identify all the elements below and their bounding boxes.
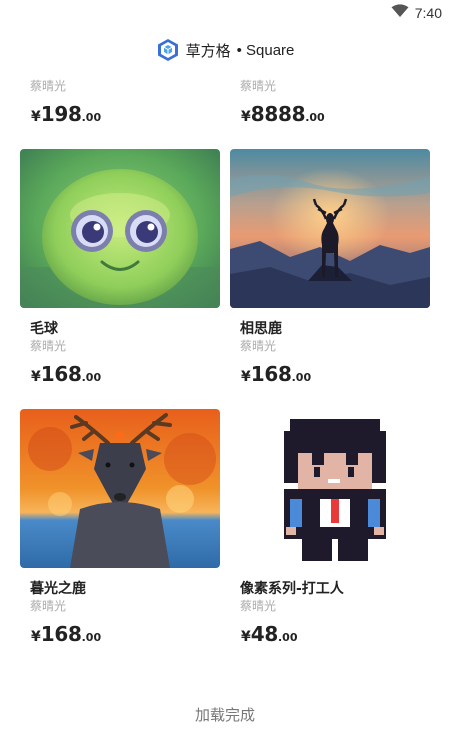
card-author: 蔡晴光 [30, 339, 67, 353]
product-card[interactable]: 毛球 蔡晴光 ¥168.00 [20, 149, 220, 385]
price-integer: 48 [250, 622, 279, 646]
currency-symbol: ¥ [241, 629, 251, 645]
card-author: 蔡晴光 [30, 79, 67, 93]
card-price: ¥168.00 [230, 363, 430, 385]
card-author: 蔡晴光 [30, 599, 67, 613]
card-price: ¥198.00 [20, 103, 220, 125]
price-decimal: .00 [277, 631, 298, 644]
product-image-pixel-worker[interactable] [230, 409, 430, 568]
status-time: 7:40 [414, 4, 442, 21]
card-price: ¥168.00 [20, 623, 220, 645]
price-integer: 198 [40, 102, 82, 126]
app-header: 草方格 • Square [0, 34, 450, 66]
price-decimal: .00 [291, 371, 312, 384]
product-image-deer-twilight[interactable] [20, 409, 220, 568]
currency-symbol: ¥ [31, 369, 41, 385]
currency-symbol: ¥ [241, 109, 251, 125]
cube-logo-icon [156, 38, 180, 62]
price-decimal: .00 [81, 371, 102, 384]
product-feed[interactable]: 蔡晴光 ¥198.00 蔡晴光 ¥8888.00 毛球 蔡晴光 ¥168.00 … [0, 66, 450, 706]
currency-symbol: ¥ [241, 369, 251, 385]
card-title: 暮光之鹿 [30, 581, 86, 597]
price-integer: 8888 [250, 102, 306, 126]
price-integer: 168 [250, 362, 292, 386]
currency-symbol: ¥ [31, 109, 41, 125]
product-image-fluffball[interactable] [20, 149, 220, 308]
product-card[interactable]: 暮光之鹿 蔡晴光 ¥168.00 [20, 409, 220, 645]
card-author: 蔡晴光 [240, 79, 277, 93]
card-price: ¥168.00 [20, 363, 220, 385]
status-bar: 7:40 [0, 0, 450, 26]
price-decimal: .00 [305, 111, 325, 124]
card-title: 毛球 [30, 321, 58, 337]
product-card-partial[interactable]: 蔡晴光 ¥8888.00 [230, 78, 430, 125]
wifi-icon [391, 3, 409, 22]
price-integer: 168 [40, 622, 82, 646]
price-decimal: .00 [81, 111, 102, 124]
product-card[interactable]: 像素系列-打工人 蔡晴光 ¥48.00 [230, 409, 430, 645]
card-title: 像素系列-打工人 [240, 581, 344, 597]
app-title: 草方格 [185, 41, 231, 60]
card-price: ¥8888.00 [230, 103, 430, 125]
load-complete-text: 加载完成 [194, 706, 255, 724]
currency-symbol: ¥ [31, 629, 41, 645]
card-author: 蔡晴光 [240, 339, 277, 353]
card-price: ¥48.00 [230, 623, 430, 645]
product-card-partial[interactable]: 蔡晴光 ¥198.00 [20, 78, 220, 125]
status-icons: 7:40 [391, 3, 442, 22]
card-title: 相思鹿 [240, 321, 282, 337]
price-integer: 168 [40, 362, 82, 386]
card-author: 蔡晴光 [240, 599, 277, 613]
product-image-deer-sunset[interactable] [230, 149, 430, 308]
app-subtitle: • Square [236, 41, 295, 59]
product-card[interactable]: 相思鹿 蔡晴光 ¥168.00 [230, 149, 430, 385]
price-decimal: .00 [81, 631, 102, 644]
